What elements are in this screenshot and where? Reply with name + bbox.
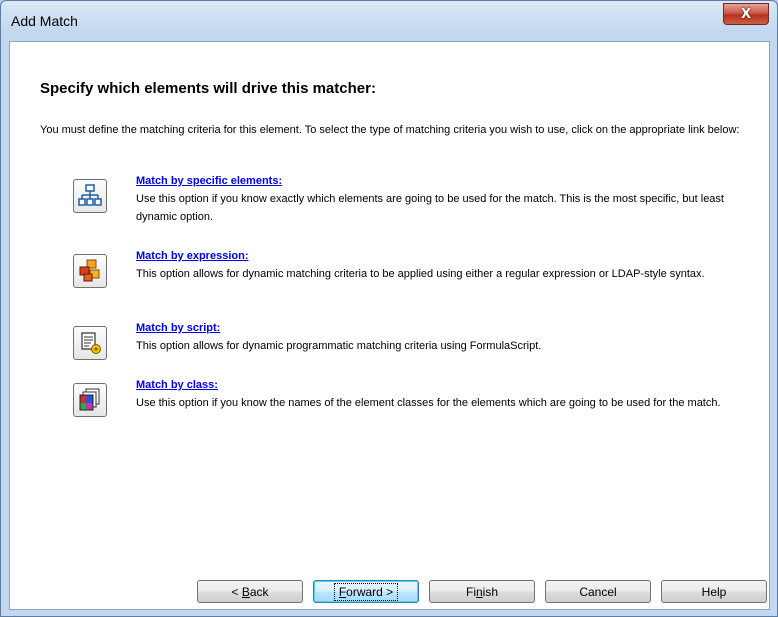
match-by-class-link[interactable]: Match by class: [136, 379, 218, 391]
cancel-button[interactable]: Cancel [545, 580, 651, 603]
option-specific-elements: Match by specific elements: Use this opt… [73, 175, 763, 227]
forward-label: Forward > [333, 582, 399, 601]
match-by-script-link[interactable]: Match by script: [136, 322, 220, 334]
dialog-content: Specify which elements will drive this m… [9, 41, 770, 610]
back-label: < Back [231, 584, 269, 599]
button-bar: < Back Forward > Finish Cancel Help [10, 580, 769, 608]
finish-button[interactable]: Finish [429, 580, 535, 603]
option-description: Use this option if you know exactly whic… [136, 193, 724, 223]
intro-text: You must define the matching criteria fo… [40, 124, 740, 136]
expression-blocks-icon[interactable] [73, 254, 107, 288]
page-heading: Specify which elements will drive this m… [40, 80, 376, 97]
option-description: This option allows for dynamic programma… [136, 340, 542, 352]
help-button[interactable]: Help [661, 580, 767, 603]
hierarchy-icon[interactable] [73, 179, 107, 213]
finish-label: Finish [465, 584, 499, 599]
option-description: This option allows for dynamic matching … [136, 268, 705, 280]
close-icon: X [740, 6, 752, 22]
help-label: Help [701, 584, 727, 599]
option-script: Match by script: This option allows for … [73, 322, 763, 374]
match-by-expression-link[interactable]: Match by expression: [136, 250, 248, 262]
add-match-dialog: Add Match X Specify which elements will … [0, 0, 778, 617]
option-expression: Match by expression: This option allows … [73, 250, 763, 302]
window-title: Add Match [11, 13, 78, 29]
option-description: Use this option if you know the names of… [136, 397, 721, 409]
match-by-specific-elements-link[interactable]: Match by specific elements: [136, 175, 282, 187]
back-button[interactable]: < Back [197, 580, 303, 603]
script-gear-icon[interactable] [73, 326, 107, 360]
title-bar[interactable]: Add Match X [1, 1, 777, 41]
class-stack-icon[interactable] [73, 383, 107, 417]
cancel-label: Cancel [579, 584, 617, 599]
option-class: Match by class: Use this option if you k… [73, 379, 763, 431]
close-button[interactable]: X [723, 3, 769, 25]
forward-button[interactable]: Forward > [313, 580, 419, 603]
